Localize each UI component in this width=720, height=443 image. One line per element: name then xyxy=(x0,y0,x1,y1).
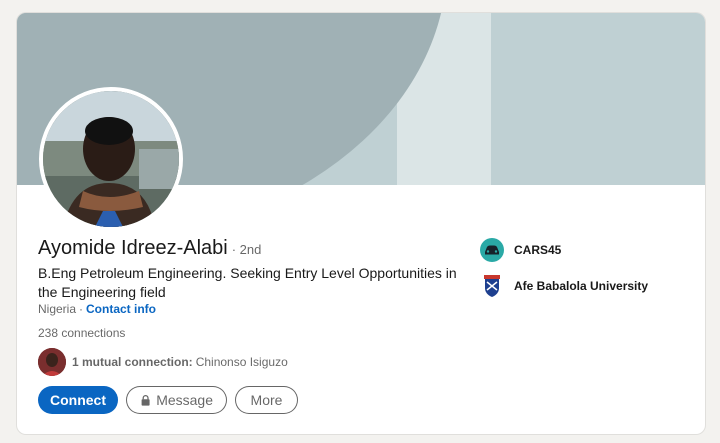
mutual-connection-name: Chinonso Isiguzo xyxy=(195,355,288,369)
connections-count[interactable]: 238 connections xyxy=(38,326,125,340)
profile-name: Ayomide Idreez-Alabi xyxy=(38,237,228,259)
profile-photo-image xyxy=(43,91,179,227)
separator: · xyxy=(79,302,84,316)
message-button[interactable]: Message xyxy=(126,386,227,414)
connect-button[interactable]: Connect xyxy=(38,386,118,414)
message-button-label: Message xyxy=(156,392,213,408)
profile-card: Ayomide Idreez-Alabi · 2nd B.Eng Petrole… xyxy=(17,13,705,434)
location-row: Nigeria · Contact info xyxy=(38,302,156,316)
connection-degree: · 2nd xyxy=(231,242,262,257)
profile-headline: B.Eng Petroleum Engineering. Seeking Ent… xyxy=(38,265,457,300)
location: Nigeria xyxy=(38,302,77,316)
org-name: CARS45 xyxy=(514,243,562,257)
profile-photo[interactable] xyxy=(39,87,183,231)
lock-icon xyxy=(141,394,150,406)
mutual-connection-avatar xyxy=(38,348,66,376)
mutual-connections[interactable]: 1 mutual connection: Chinonso Isiguzo xyxy=(38,348,288,376)
org-item-afe-babalola[interactable]: Afe Babalola University xyxy=(480,273,648,299)
org-item-cars45[interactable]: CARS45 xyxy=(480,237,648,263)
mutual-connection-prefix: 1 mutual connection: xyxy=(72,355,193,369)
contact-info-link[interactable]: Contact info xyxy=(86,302,156,316)
cars45-logo-icon xyxy=(480,238,504,262)
profile-actions: Connect Message More xyxy=(38,386,298,414)
university-crest-icon xyxy=(480,274,504,298)
org-name: Afe Babalola University xyxy=(514,279,649,293)
experience-education-list: CARS45 Afe Babalola University xyxy=(480,237,648,309)
more-button[interactable]: More xyxy=(235,386,298,414)
